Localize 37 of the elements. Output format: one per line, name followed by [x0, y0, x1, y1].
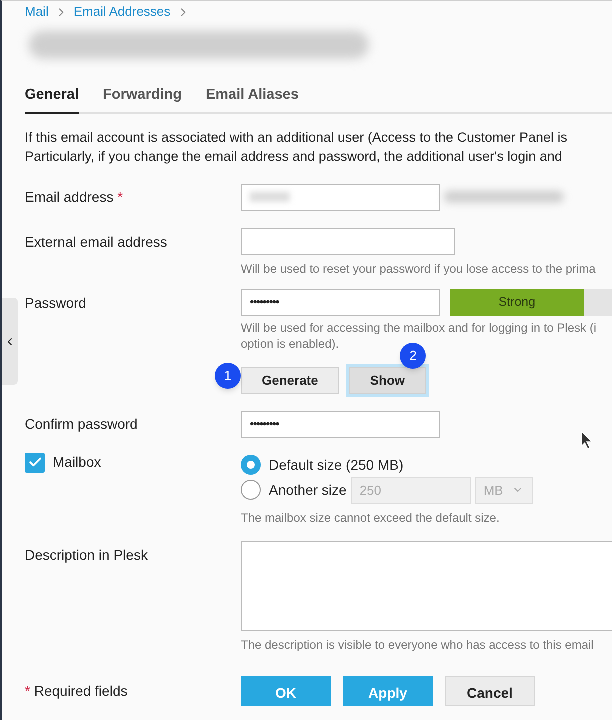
radio-button[interactable]: [241, 480, 261, 500]
required-mark: *: [118, 189, 124, 206]
hint-text: Will be used to reset your password if you lose access to the prima: [241, 260, 596, 278]
email-field[interactable]: [241, 184, 440, 211]
form-button[interactable]: Cancel: [445, 676, 535, 706]
step-marker: 1: [215, 362, 241, 389]
sidebar-toggle[interactable]: [2, 298, 18, 385]
step-marker: 2: [400, 342, 426, 369]
tab[interactable]: General: [25, 85, 79, 114]
intro-text: If this email account is associated with an additional user (Access to the Customer Panel is Particularly, if you change the email address and password, the additional user's login and: [25, 128, 569, 166]
blurred-text: [250, 192, 290, 202]
required-note: Required fields: [34, 682, 128, 699]
checkbox-label: Mailbox: [53, 453, 102, 472]
description-field[interactable]: [241, 540, 612, 631]
input-field[interactable]: [241, 228, 455, 255]
breadcrumb-link[interactable]: Email Addresses: [74, 2, 171, 22]
field-label: Password: [25, 294, 86, 311]
tab[interactable]: Forwarding: [103, 85, 182, 114]
field-label: External email address: [25, 234, 168, 250]
mouse-cursor-icon: [581, 431, 593, 450]
required-mark: *: [25, 682, 30, 699]
password-field[interactable]: •••••••••: [241, 410, 440, 438]
radio-label: Another size: [269, 480, 347, 500]
password-field[interactable]: •••••••••: [241, 288, 440, 316]
radio-button[interactable]: [241, 455, 261, 476]
hint-text: The mailbox size cannot exceed the default size.: [241, 510, 501, 527]
field-label: Description in Plesk: [25, 546, 148, 563]
checkbox[interactable]: [25, 452, 45, 473]
hint-text: The description is visible to everyone who has access to this email: [241, 636, 595, 654]
field-label: Confirm password: [25, 416, 138, 432]
tab[interactable]: Email Aliases: [206, 85, 299, 114]
field-label: Email address: [25, 189, 114, 206]
breadcrumb-link[interactable]: Mail: [25, 2, 49, 22]
strength-fill: Strong: [450, 288, 584, 316]
radio-label: Default size (250 MB): [269, 456, 404, 475]
show-button[interactable]: Show: [349, 366, 426, 394]
generate-button[interactable]: Generate: [241, 366, 340, 394]
